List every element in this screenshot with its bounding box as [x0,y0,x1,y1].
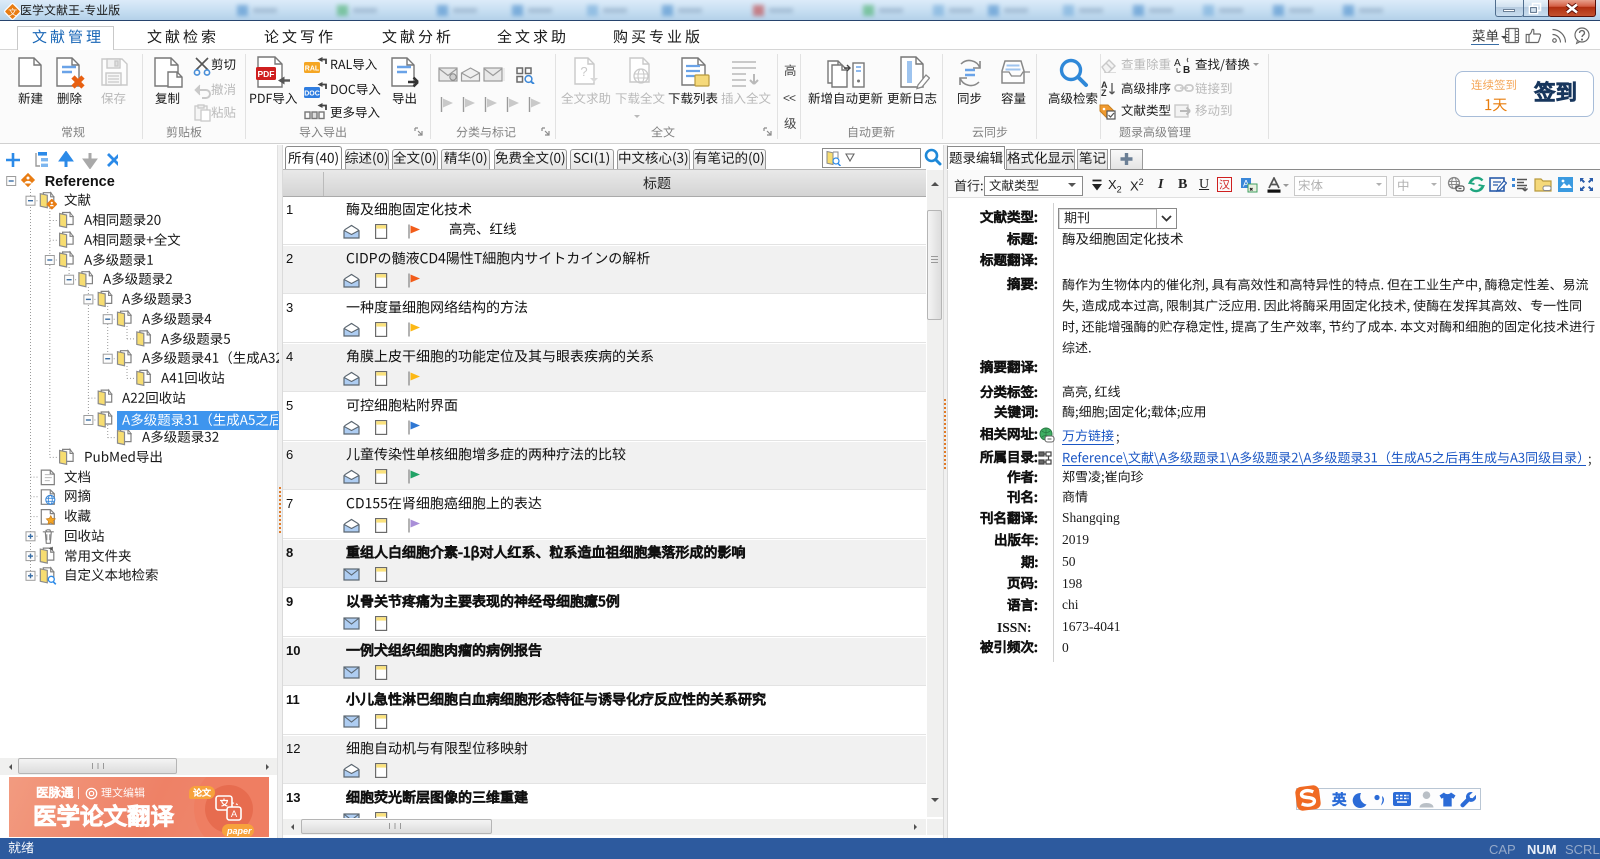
svg-text:B: B [1183,65,1190,74]
svg-text:A: A [1174,58,1181,69]
svg-text:Z: Z [1101,88,1107,97]
